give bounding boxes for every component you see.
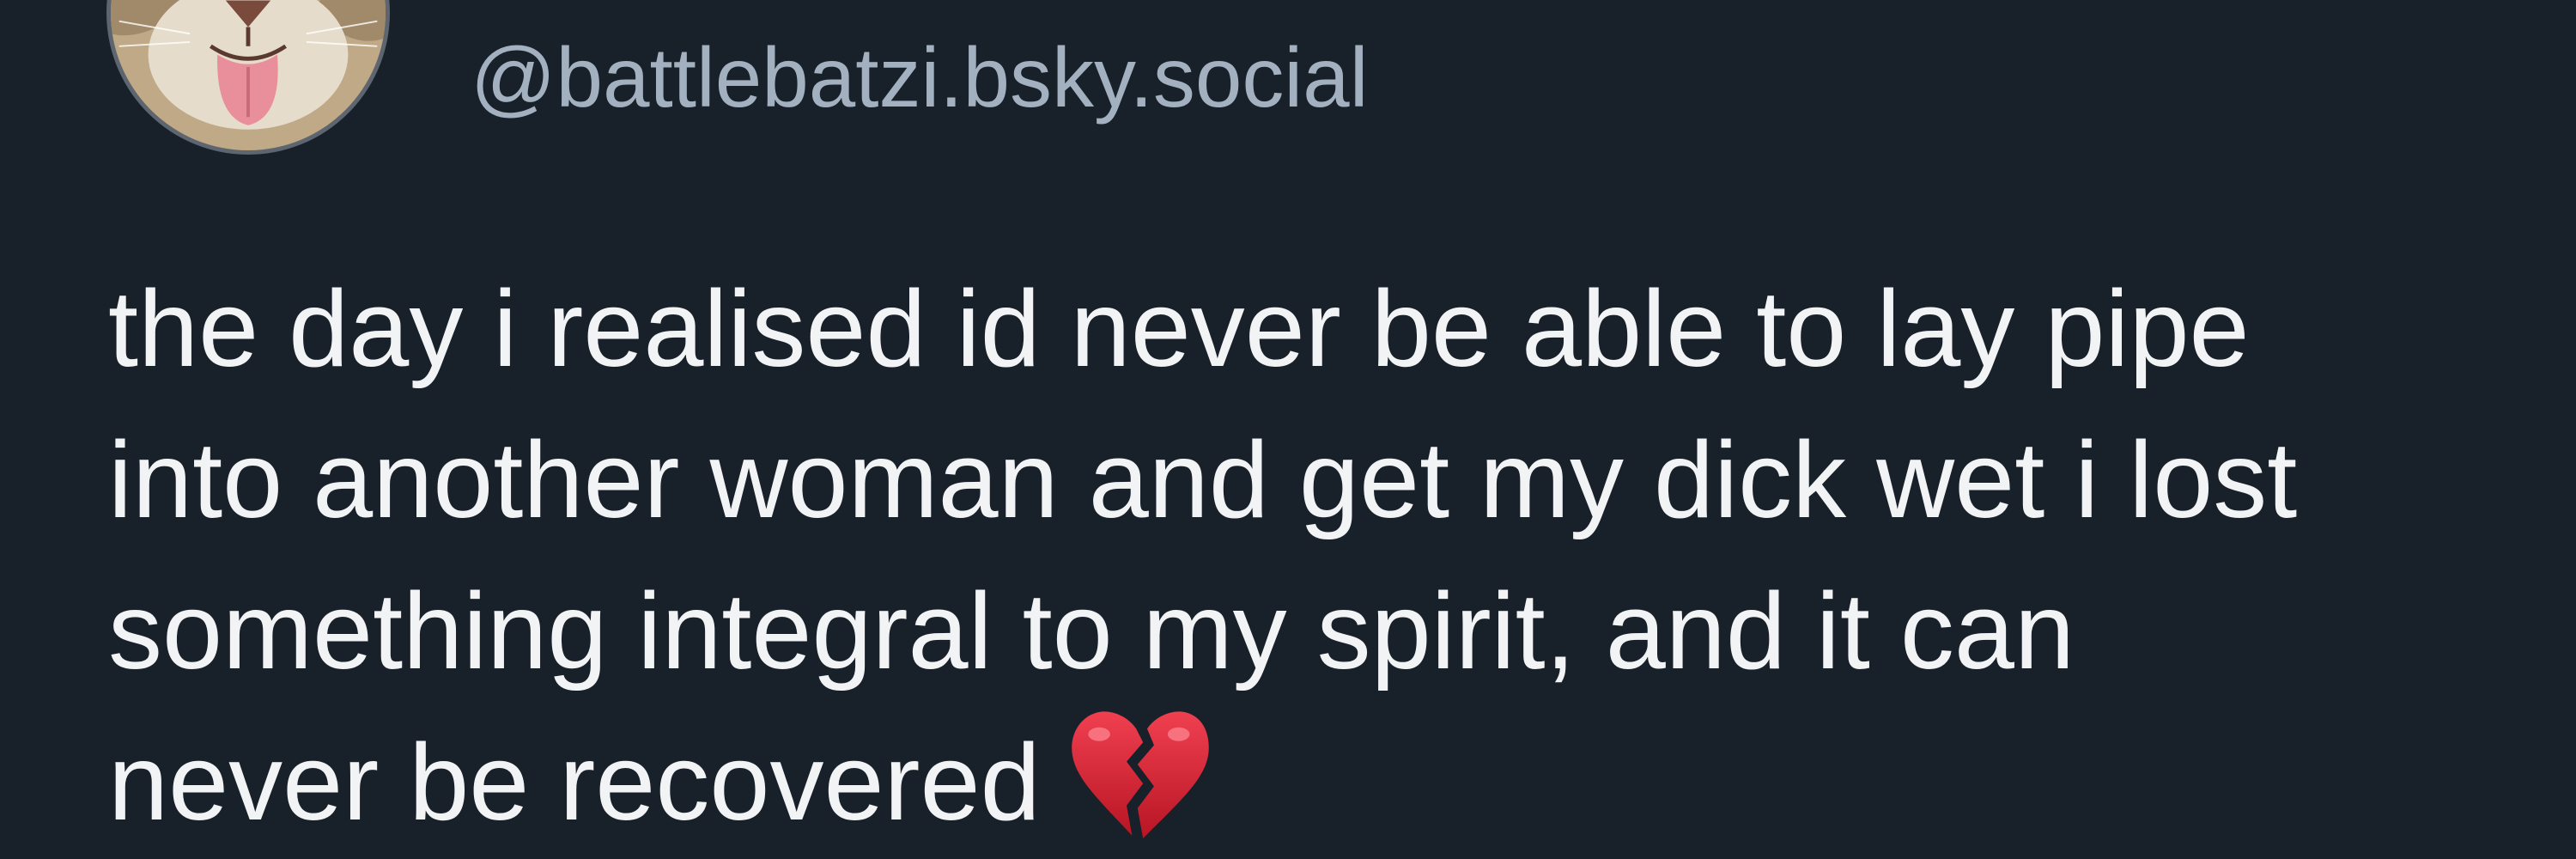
post-text-line-last: never be recovered bbox=[108, 707, 2564, 858]
broken-heart-icon bbox=[1071, 710, 1209, 838]
post-text-line-content: never be recovered bbox=[108, 722, 1041, 843]
post-body: the day i realised id never be able to l… bbox=[108, 253, 2564, 858]
post-text-line: the day i realised id never be able to l… bbox=[108, 268, 2250, 389]
post-text-line: something integral to my spirit, and it … bbox=[108, 570, 2075, 691]
author-avatar[interactable] bbox=[106, 0, 390, 155]
author-handle[interactable]: @battlebatzi.bsky.social bbox=[471, 26, 1368, 129]
post-text-line: into another woman and get my dick wet i… bbox=[108, 419, 2298, 540]
cat-avatar-icon bbox=[111, 0, 386, 150]
post-card: @battlebatzi.bsky.social the day i reali… bbox=[0, 0, 2576, 859]
